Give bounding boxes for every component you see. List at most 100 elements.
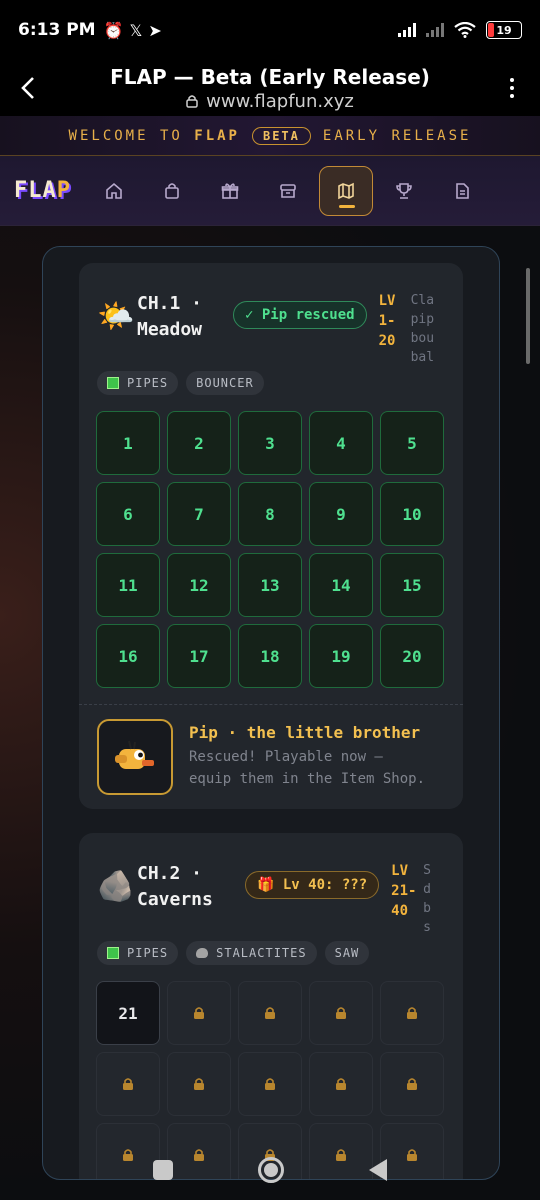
beta-badge: BETA <box>251 126 311 145</box>
page-title: FLAP — Beta (Early Release) <box>110 64 430 89</box>
pipe-icon <box>107 377 119 389</box>
chapter-tags: PIPES BOUNCER <box>79 371 463 395</box>
locked-level-button[interactable] <box>309 981 373 1045</box>
level-button[interactable]: 1 <box>96 411 160 475</box>
level-button[interactable]: 21 <box>96 981 160 1045</box>
page-scrollbar[interactable] <box>526 268 530 364</box>
locked-level-button[interactable] <box>238 1052 302 1116</box>
more-vertical-icon <box>510 78 514 98</box>
locked-level-button[interactable] <box>380 1052 444 1116</box>
app-nav: FLAP <box>0 156 540 226</box>
nav-home[interactable] <box>85 166 143 216</box>
lock-icon <box>123 1078 133 1090</box>
nav-map[interactable] <box>319 165 373 216</box>
level-button[interactable]: 19 <box>309 624 373 688</box>
wifi-icon <box>454 22 476 38</box>
level-button[interactable]: 7 <box>167 482 231 546</box>
level-button[interactable]: 5 <box>380 411 444 475</box>
lock-icon <box>265 1007 275 1019</box>
level-button[interactable]: 13 <box>238 553 302 617</box>
banner-early-release: EARLY RELEASE <box>322 127 472 144</box>
lock-icon <box>194 1078 204 1090</box>
recents-button[interactable] <box>152 1160 173 1180</box>
chapter-description: Cla pip bou bal <box>410 293 435 365</box>
level-button[interactable]: 2 <box>167 411 231 475</box>
chapter-select-modal: 🌤️ CH.1 · Meadow ✓ Pip rescued LV 1- 20 … <box>42 246 500 1180</box>
lock-icon <box>407 1007 417 1019</box>
chapter-title: CH.1 · Meadow <box>137 293 203 340</box>
pip-bird-icon <box>115 740 154 769</box>
rock-icon <box>196 948 209 958</box>
nav-docs[interactable] <box>433 166 491 216</box>
x-icon: 𝕏 <box>129 20 143 40</box>
locked-level-button[interactable] <box>96 1052 160 1116</box>
lock-icon <box>407 1078 417 1090</box>
tag-bouncer: BOUNCER <box>186 371 264 395</box>
signal-2-icon <box>426 23 444 37</box>
level-button[interactable]: 11 <box>96 553 160 617</box>
chapter-tags: PIPES STALACTITES SAW <box>79 941 463 965</box>
map-icon <box>338 182 354 199</box>
system-navigation-bar <box>0 1140 540 1200</box>
tag-pipes: PIPES <box>97 371 179 395</box>
banner-welcome: WELCOME TO FLAP <box>68 127 240 144</box>
level-range: LV 1- 20 <box>378 293 396 349</box>
level-button[interactable]: 8 <box>238 482 302 546</box>
level-button[interactable]: 14 <box>309 553 373 617</box>
locked-level-button[interactable] <box>238 981 302 1045</box>
rock-icon: 🪨 <box>97 869 135 904</box>
lock-icon <box>194 1007 204 1019</box>
lock-icon <box>336 1007 346 1019</box>
locked-level-button[interactable] <box>167 1052 231 1116</box>
unlock-reward-badge: 🎁 Lv 40: ??? <box>245 871 380 899</box>
level-grid: 1 2 3 4 5 6 7 8 9 10 11 12 13 14 15 16 1… <box>79 395 463 688</box>
back-button[interactable] <box>0 60 56 116</box>
browser-toolbar: FLAP — Beta (Early Release) www.flapfun.… <box>0 60 540 116</box>
gift-icon <box>221 182 239 199</box>
back-arrow-icon <box>21 77 34 99</box>
battery-icon: 19 <box>486 21 522 39</box>
status-time: 6:13 PM <box>18 20 96 40</box>
level-button[interactable]: 20 <box>380 624 444 688</box>
locked-level-button[interactable] <box>167 981 231 1045</box>
telegram-icon: ➤ <box>148 20 162 40</box>
nav-gifts[interactable] <box>201 166 259 216</box>
level-button[interactable]: 18 <box>238 624 302 688</box>
alarm-icon: ⏰ <box>103 20 124 40</box>
locked-level-button[interactable] <box>309 1052 373 1116</box>
level-button[interactable]: 16 <box>96 624 160 688</box>
chapter-card-1: 🌤️ CH.1 · Meadow ✓ Pip rescued LV 1- 20 … <box>79 263 463 809</box>
rescue-panel: Pip · the little brother Rescued! Playab… <box>79 704 463 809</box>
rescued-badge: ✓ Pip rescued <box>233 301 367 329</box>
lock-icon <box>265 1078 275 1090</box>
trophy-icon <box>396 182 412 199</box>
level-button[interactable]: 3 <box>238 411 302 475</box>
shopping-bag-icon <box>165 182 179 199</box>
tag-stalactites: STALACTITES <box>186 941 317 965</box>
system-back-button[interactable] <box>369 1159 388 1181</box>
lock-icon <box>336 1078 346 1090</box>
home-button[interactable] <box>257 1157 284 1183</box>
locked-level-button[interactable] <box>380 981 444 1045</box>
level-button[interactable]: 4 <box>309 411 373 475</box>
nav-leaderboard[interactable] <box>375 166 433 216</box>
overflow-menu-button[interactable] <box>484 60 540 116</box>
level-button[interactable]: 12 <box>167 553 231 617</box>
nav-storage[interactable] <box>259 166 317 216</box>
url-text[interactable]: www.flapfun.xyz <box>206 91 354 112</box>
level-range: LV 21- 40 <box>391 863 417 919</box>
level-button[interactable]: 17 <box>167 624 231 688</box>
level-button[interactable]: 10 <box>380 482 444 546</box>
rescue-line-1: Rescued! Playable now — <box>189 749 383 765</box>
pip-avatar <box>97 719 173 795</box>
home-icon <box>106 182 122 199</box>
level-button[interactable]: 9 <box>309 482 373 546</box>
chapter-card-2: 🪨 CH.2 · Caverns 🎁 Lv 40: ??? LV 21- 40 … <box>79 833 463 1179</box>
level-button[interactable]: 15 <box>380 553 444 617</box>
nav-shop[interactable] <box>143 166 201 216</box>
flap-logo[interactable]: FLAP <box>14 178 71 203</box>
level-button[interactable]: 6 <box>96 482 160 546</box>
rescue-line-2: equip them in the Item Shop. <box>189 771 426 787</box>
storage-icon <box>280 183 296 198</box>
rescue-title: Pip · the little brother <box>189 723 421 742</box>
